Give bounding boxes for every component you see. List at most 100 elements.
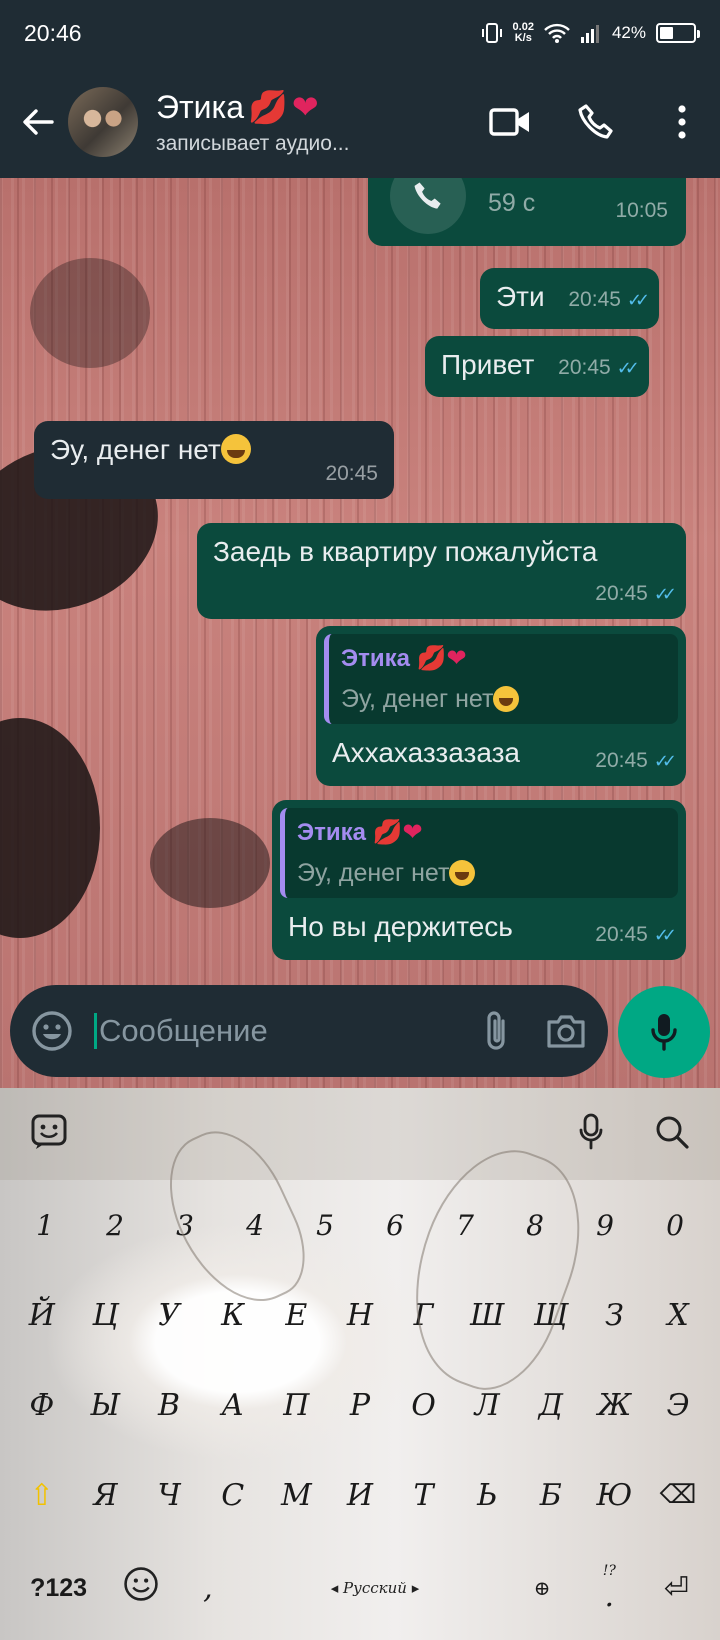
sticker-icon [31, 1114, 67, 1149]
letter-key[interactable]: Ы [75, 1388, 135, 1423]
number-key[interactable]: 6 [365, 1209, 425, 1242]
quoted-message[interactable]: Этика 💋❤ Эу, денег нет [280, 808, 678, 898]
period-key[interactable]: !?. [579, 1563, 639, 1614]
number-key[interactable]: 9 [575, 1209, 635, 1242]
message-time: 20:45 [595, 582, 648, 605]
message-outgoing[interactable]: Эти 20:45 ✓✓ [480, 268, 660, 329]
status-icons: 0.02 K/s 42% [481, 22, 700, 44]
letter-key[interactable]: К [203, 1298, 263, 1333]
reply-message[interactable]: Этика 💋❤ Эу, денег нет Аххахаззазаза 20:… [316, 626, 686, 786]
space-key[interactable]: ◂ Русский ▸ [245, 1579, 505, 1597]
letter-key[interactable]: Ж [584, 1388, 644, 1423]
message-text: Привет [441, 349, 535, 380]
letter-key[interactable]: Н [330, 1298, 390, 1333]
letter-key[interactable]: А [203, 1388, 263, 1423]
backspace-key[interactable]: ⌫ [648, 1480, 708, 1510]
letter-key[interactable]: Е [266, 1298, 326, 1333]
read-ticks-icon: ✓✓ [653, 925, 677, 945]
vibrate-icon [481, 23, 502, 43]
message-meta: 20:45 ✓✓ [595, 918, 677, 952]
read-ticks-icon: ✓✓ [616, 358, 640, 378]
message-outgoing[interactable]: Заедь в квартиру пожалуйста 20:45 ✓✓ [197, 523, 686, 619]
camera-icon [547, 1015, 585, 1048]
enter-key[interactable]: ⏎ [646, 1571, 706, 1606]
letter-key[interactable]: Р [330, 1388, 390, 1423]
status-bar: 20:46 0.02 K/s 42% [0, 0, 720, 66]
call-message[interactable]: 59 с 10:05 [368, 178, 686, 246]
chat-area[interactable]: 59 с 10:05 Эти 20:45 ✓✓ Привет 20:45 ✓✓ Эу… [0, 178, 720, 1088]
letter-key[interactable]: У [139, 1298, 199, 1333]
heart-icon: ❤ [402, 819, 423, 846]
letter-key[interactable]: З [584, 1298, 644, 1333]
letter-key[interactable]: Э [648, 1388, 708, 1423]
letter-key[interactable]: Ц [75, 1298, 135, 1333]
letter-key[interactable]: Я [75, 1478, 135, 1513]
letter-key[interactable]: В [139, 1388, 199, 1423]
microphone-icon [651, 1014, 677, 1051]
wallpaper-decoration [30, 258, 150, 368]
attach-button[interactable] [472, 1007, 520, 1055]
camera-button[interactable] [542, 1007, 590, 1055]
letter-row-1: ЙЦУКЕНГШЩЗХ [0, 1270, 720, 1360]
back-arrow-icon [23, 109, 54, 135]
message-outgoing[interactable]: Привет 20:45 ✓✓ [425, 336, 649, 397]
quoted-message[interactable]: Этика 💋❤ Эу, денег нет [324, 634, 678, 724]
laughing-tears-emoji-icon [449, 860, 476, 886]
comma-key[interactable]: , [178, 1571, 238, 1606]
letter-key[interactable]: Б [521, 1478, 581, 1513]
back-button[interactable] [10, 94, 66, 150]
letter-key[interactable]: М [266, 1478, 326, 1513]
video-call-button[interactable] [482, 94, 538, 150]
letter-key[interactable]: П [266, 1388, 326, 1423]
shift-key[interactable]: ⇧ [12, 1478, 72, 1513]
heart-icon: ❤ [446, 645, 467, 672]
emoji-button[interactable] [28, 1007, 76, 1055]
message-composer: Сообщение [10, 985, 608, 1077]
message-text: Эти [496, 281, 545, 312]
language-key[interactable]: ⊕ [512, 1576, 572, 1600]
message-incoming[interactable]: Эу, денег нет 20:45 [34, 421, 394, 499]
kiss-lips-icon: 💋 [416, 645, 447, 672]
message-time: 20:45 [568, 288, 621, 311]
voice-call-button[interactable] [568, 94, 624, 150]
voice-record-button[interactable] [618, 986, 710, 1078]
contact-name: Этика 💋 ❤ [156, 88, 319, 126]
contact-avatar[interactable] [68, 87, 138, 157]
letter-key[interactable]: Ь [457, 1478, 517, 1513]
letter-key[interactable]: С [203, 1478, 263, 1513]
letter-key[interactable]: Ю [584, 1478, 644, 1513]
emoji-key[interactable] [111, 1566, 171, 1610]
video-call-icon [489, 108, 529, 136]
message-input[interactable]: Сообщение [94, 1013, 450, 1049]
letter-key[interactable]: Ф [12, 1388, 72, 1423]
letter-key[interactable]: И [330, 1478, 390, 1513]
keyboard-search-button[interactable] [654, 1114, 690, 1155]
more-options-button[interactable] [654, 94, 710, 150]
wallpaper-decoration [0, 718, 100, 938]
battery-icon [656, 23, 700, 43]
contact-status: записывает аудио... [156, 132, 350, 155]
sticker-button[interactable] [30, 1113, 68, 1156]
letter-key[interactable]: Т [394, 1478, 454, 1513]
letter-key[interactable]: Х [648, 1298, 708, 1333]
call-icon-circle [390, 178, 466, 234]
symbols-key[interactable]: ?123 [14, 1574, 104, 1603]
reply-message[interactable]: Этика 💋❤ Эу, денег нет Но вы держитесь 2… [272, 800, 686, 960]
voice-input-button[interactable] [578, 1113, 604, 1156]
number-key[interactable]: 2 [85, 1209, 145, 1242]
number-key[interactable]: 1 [15, 1209, 75, 1242]
message-meta: 20:45 ✓✓ [558, 351, 640, 385]
letter-key[interactable]: О [394, 1388, 454, 1423]
message-meta: 20:45 ✓✓ [595, 577, 677, 611]
letter-key[interactable]: Л [457, 1388, 517, 1423]
letter-key[interactable]: Д [521, 1388, 581, 1423]
signal-icon [580, 25, 599, 43]
number-key[interactable]: 0 [645, 1209, 705, 1242]
letter-key[interactable]: Й [12, 1298, 72, 1333]
contact-info[interactable]: Этика 💋 ❤ записывает аудио... [156, 88, 482, 156]
letter-key[interactable]: Ч [139, 1478, 199, 1513]
number-row: 1234567890 [0, 1180, 720, 1270]
number-key[interactable]: 5 [295, 1209, 355, 1242]
emoji-icon [123, 1567, 158, 1601]
laughing-tears-emoji-icon [493, 686, 520, 712]
